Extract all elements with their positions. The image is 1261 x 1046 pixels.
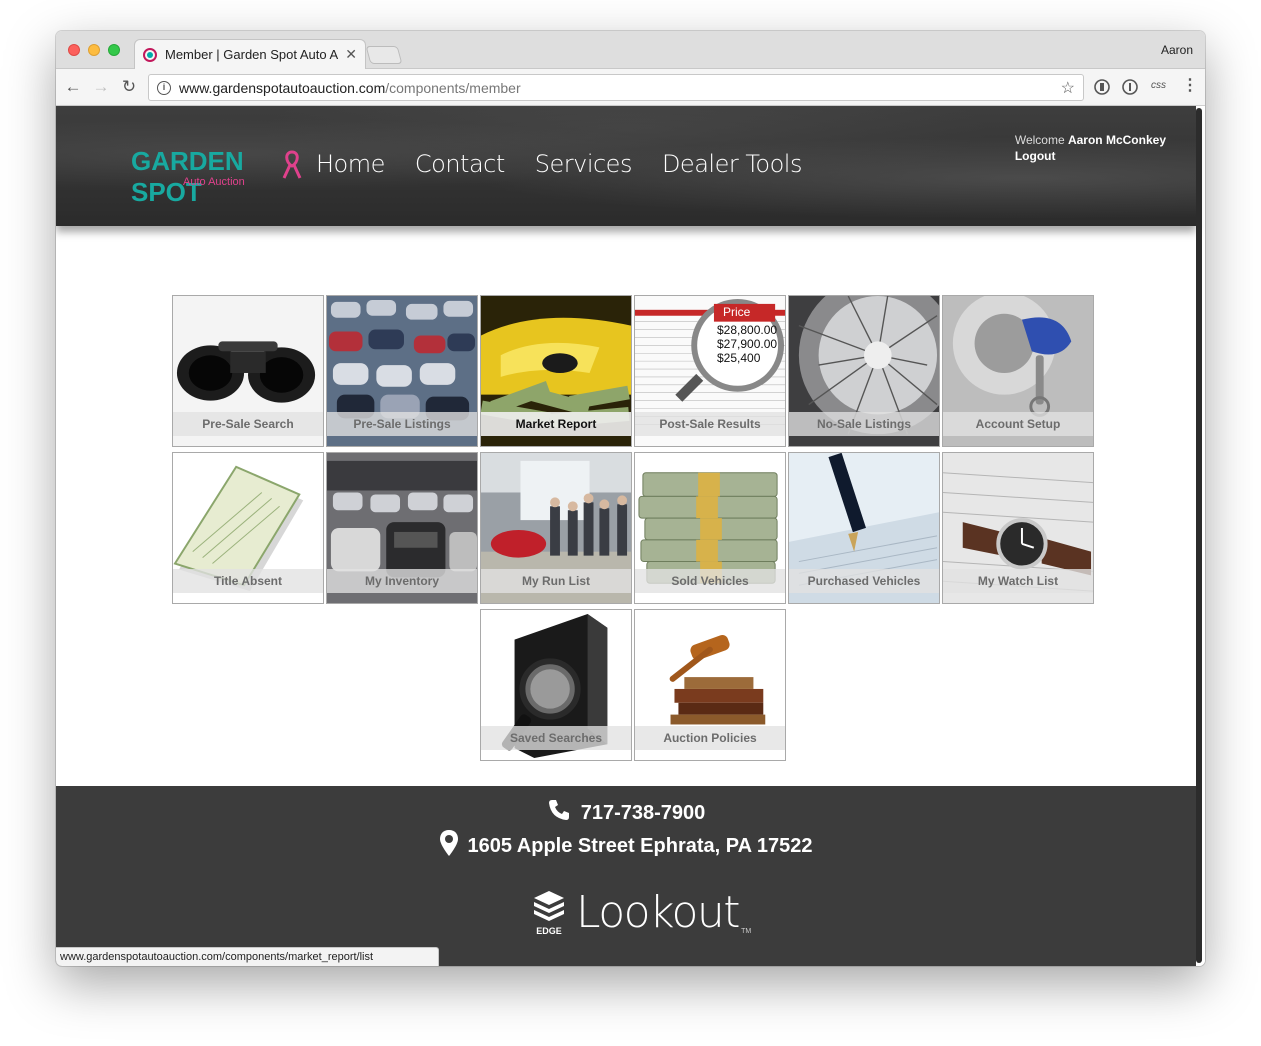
tile-my-watch-list[interactable]: My Watch List [942, 452, 1094, 604]
tile-label: Account Setup [943, 412, 1093, 436]
site-logo[interactable]: GARDEN SPOT Auto Auction [131, 146, 306, 207]
phone-icon [547, 798, 571, 828]
favicon-icon [143, 47, 157, 62]
tile-my-run-list[interactable]: My Run List [480, 452, 632, 604]
tile-label: Sold Vehicles [635, 569, 785, 593]
bookmark-star-icon[interactable]: ☆ [1061, 78, 1075, 98]
price-overlay: Price $28,800.00 $27,900.00 $25,400 [717, 305, 779, 365]
url-host: www.gardenspotautoauction.com [179, 79, 386, 96]
extension-css-icon[interactable]: css [1151, 80, 1166, 91]
logo-subtitle: Auto Auction [183, 176, 245, 188]
tile-label: Pre-Sale Search [173, 412, 323, 436]
logout-link[interactable]: Logout [1015, 148, 1166, 164]
nav-dealer-tools[interactable]: Dealer Tools [662, 150, 803, 178]
browser-window: Member | Garden Spot Auto Auction ✕ Aaro… [56, 31, 1205, 966]
browser-tab-member[interactable]: Member | Garden Spot Auto Auction ✕ [134, 39, 366, 69]
tile-market-report[interactable]: Market Report [480, 295, 632, 447]
tile-label: Market Report [481, 412, 631, 436]
info-icon[interactable]: i [157, 80, 171, 95]
tile-no-sale-listings[interactable]: No-Sale Listings [788, 295, 940, 447]
tile-pre-sale-search[interactable]: Pre-Sale Search [172, 295, 324, 447]
phone-row: 717-738-7900 [56, 798, 1196, 828]
browser-toolbar: ← → ↻ i www.gardenspotautoauction.com/co… [56, 69, 1205, 106]
forward-arrow-icon[interactable]: → [90, 76, 112, 98]
price-row: $27,900.00 [717, 337, 778, 351]
site-header: GARDEN SPOT Auto Auction Home Contact Se… [56, 106, 1196, 226]
edge-cube-icon: EDGE [532, 889, 566, 936]
status-bar-url: www.gardenspotautoauction.com/components… [56, 947, 439, 966]
page-scrollbar[interactable] [1196, 108, 1202, 963]
tile-saved-searches[interactable]: Saved Searches [480, 609, 632, 761]
lookout-wordmark: Lookout [576, 887, 741, 938]
tile-auction-policies[interactable]: Auction Policies [634, 609, 786, 761]
tile-label: No-Sale Listings [789, 412, 939, 436]
address-bar[interactable]: i www.gardenspotautoauction.com/componen… [148, 74, 1084, 101]
tile-label: Pre-Sale Listings [327, 412, 477, 436]
trademark-mark: TM [741, 928, 752, 935]
menu-kebab-icon[interactable]: ⋮ [1182, 75, 1198, 95]
edge-label: EDGE [536, 926, 562, 936]
phone-number[interactable]: 717-738-7900 [581, 802, 706, 825]
tile-label: Purchased Vehicles [789, 569, 939, 593]
page-content: GARDEN SPOT Auto Auction Home Contact Se… [56, 106, 1205, 966]
zoom-window-button[interactable] [108, 44, 120, 56]
tile-label: My Watch List [943, 569, 1093, 593]
welcome-prefix: Welcome [1014, 133, 1065, 147]
tile-title-absent[interactable]: Title Absent [172, 452, 324, 604]
profile-name[interactable]: Aaron [1161, 43, 1193, 57]
price-row: $28,800.00 [717, 323, 778, 337]
extension-d-icon[interactable] [1094, 79, 1110, 98]
street-address[interactable]: 1605 Apple Street Ephrata, PA 17522 [468, 835, 813, 858]
tab-close-icon[interactable]: ✕ [345, 46, 357, 63]
tab-strip: Member | Garden Spot Auto Auction ✕ Aaro… [56, 31, 1205, 69]
nav-services[interactable]: Services [535, 150, 633, 178]
tab-title: Member | Garden Spot Auto Auction [165, 47, 339, 62]
main-nav: Home Contact Services Dealer Tools [316, 150, 802, 178]
nav-contact[interactable]: Contact [415, 150, 505, 178]
price-row: $25,400 [717, 351, 761, 365]
tile-purchased-vehicles[interactable]: Purchased Vehicles [788, 452, 940, 604]
back-arrow-icon[interactable]: ← [62, 76, 84, 98]
ribbon-icon [282, 150, 302, 179]
tile-label: My Run List [481, 569, 631, 593]
welcome-block: Welcome Aaron McConkey Logout [1015, 132, 1166, 164]
tile-label: Saved Searches [481, 726, 631, 750]
user-name: Aaron McConkey [1067, 133, 1166, 147]
tile-label: My Inventory [327, 569, 477, 593]
tile-account-setup[interactable]: Account Setup [942, 295, 1094, 447]
tile-label: Post-Sale Results [635, 412, 785, 436]
site-footer: 717-738-7900 1605 Apple Street Ephrata, … [56, 786, 1196, 966]
price-overlay-title: Price [723, 305, 751, 319]
minimize-window-button[interactable] [88, 44, 100, 56]
map-pin-icon [439, 830, 458, 862]
url-path: /components/member [385, 79, 521, 96]
extension-info-icon[interactable] [1122, 79, 1138, 98]
address-row: 1605 Apple Street Ephrata, PA 17522 [56, 830, 1196, 862]
tile-my-inventory[interactable]: My Inventory [326, 452, 478, 604]
nav-home[interactable]: Home [316, 150, 385, 178]
tile-sold-vehicles[interactable]: Sold Vehicles [634, 452, 786, 604]
tile-label: Auction Policies [635, 726, 785, 750]
tile-pre-sale-listings[interactable]: Pre-Sale Listings [326, 295, 478, 447]
tile-post-sale-results[interactable]: Price $28,800.00 $27,900.00 $25,400 Post… [634, 295, 786, 447]
edge-lookout-logo[interactable]: EDGE Lookout TM [532, 887, 752, 938]
new-tab-button[interactable] [365, 46, 403, 64]
tile-label: Title Absent [173, 569, 323, 593]
close-window-button[interactable] [68, 44, 80, 56]
reload-icon[interactable]: ↻ [118, 76, 140, 98]
